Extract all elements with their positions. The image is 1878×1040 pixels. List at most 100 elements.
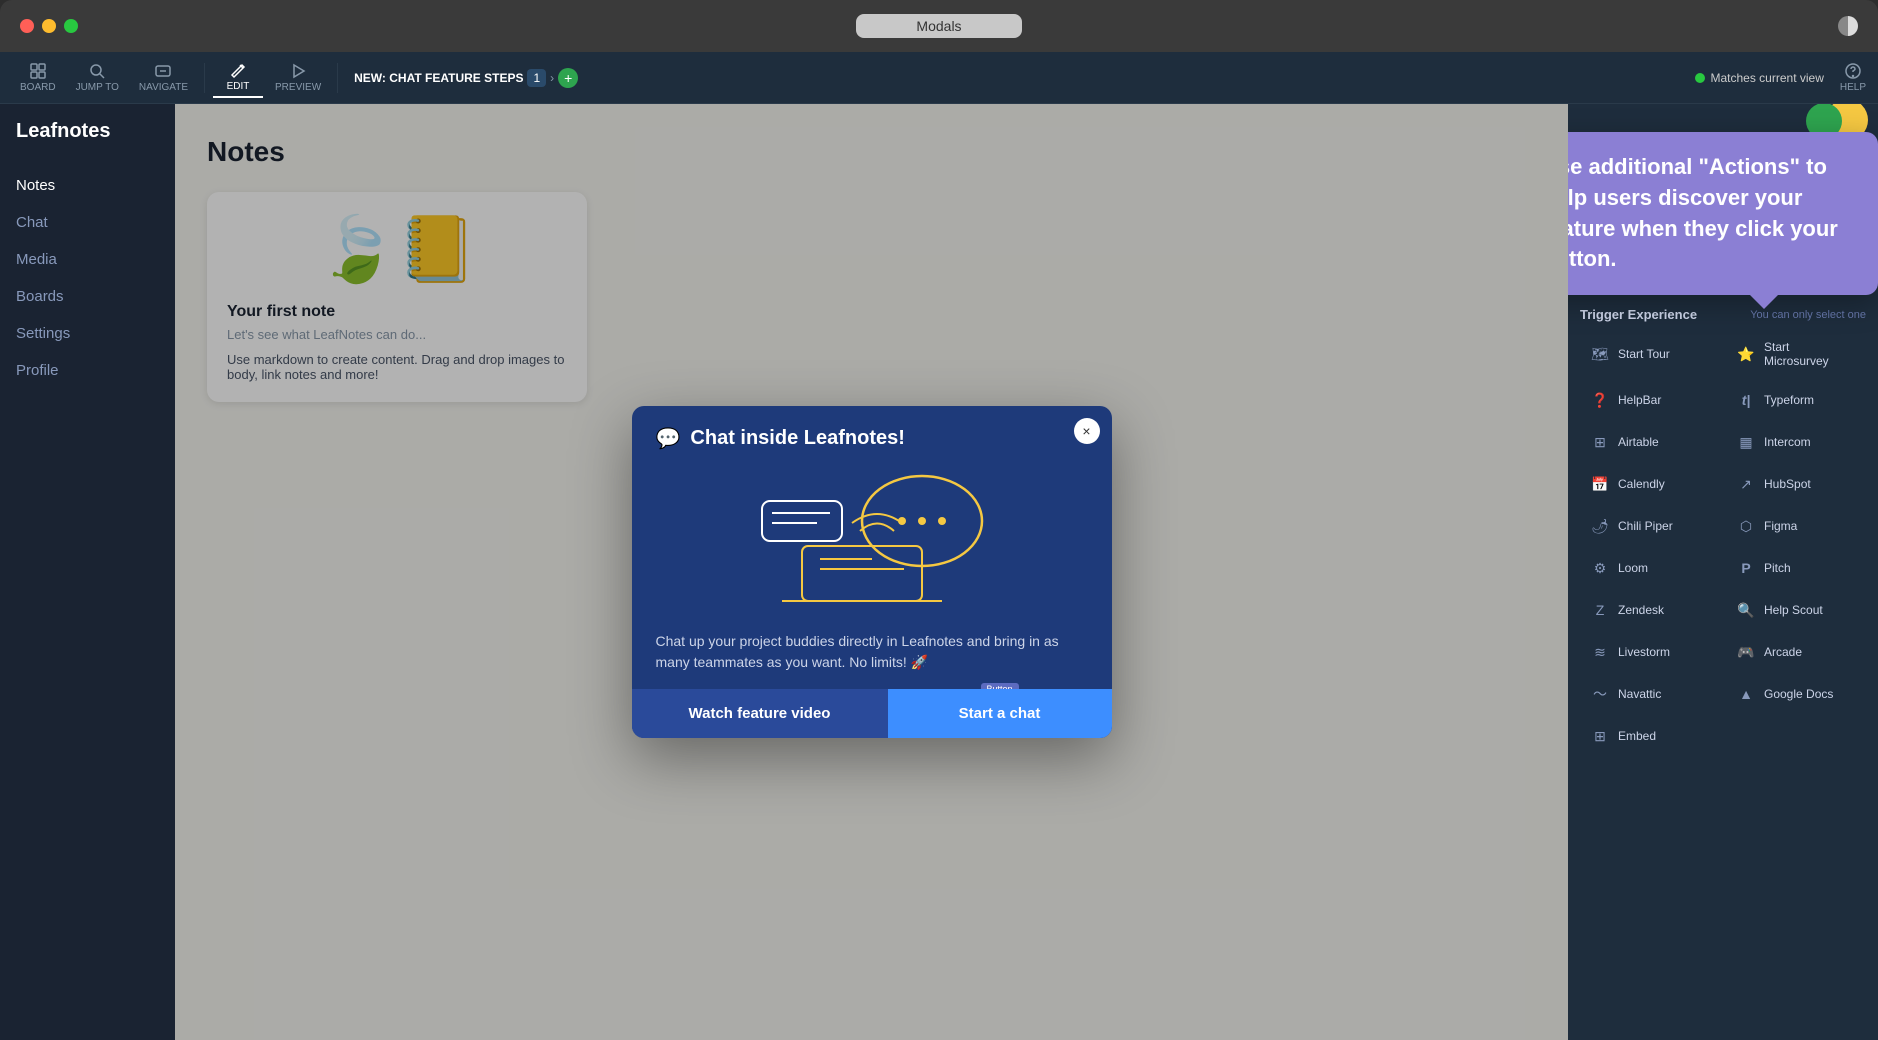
trigger-exp-subtitle: You can only select one <box>1750 309 1866 321</box>
toolbar-btn-board[interactable]: BOARD <box>12 58 64 97</box>
edit-label: EDIT <box>227 81 250 92</box>
help-button[interactable]: HELP <box>1840 62 1866 93</box>
boards-label: Boards <box>16 288 64 305</box>
toolbar-btn-jump[interactable]: JUMP TO <box>68 58 127 97</box>
hubspot-label: HubSpot <box>1764 477 1811 491</box>
arcade-icon: 🎮 <box>1736 642 1756 662</box>
toolbar-btn-preview[interactable]: PREVIEW <box>267 58 329 97</box>
preview-label: PREVIEW <box>275 82 321 93</box>
modal-close-button[interactable]: × <box>1074 418 1100 444</box>
window-chrome: Modals <box>0 0 1878 52</box>
traffic-lights <box>20 19 78 33</box>
google-docs-icon: ▲ <box>1736 684 1756 704</box>
right-panel-inner: Product Navigation You can only select o… <box>1568 204 1878 1040</box>
action-calendly[interactable]: 📅 Calendly <box>1580 466 1720 502</box>
livestorm-label: Livestorm <box>1618 645 1670 659</box>
display-toggle[interactable] <box>1838 16 1858 36</box>
sidebar-item-chat[interactable]: Chat <box>0 204 175 241</box>
modal-dialog: × 💬 Chat inside Leafnotes! <box>632 406 1112 738</box>
chili-piper-label: Chili Piper <box>1618 519 1673 533</box>
action-zendesk[interactable]: Z Zendesk <box>1580 592 1720 628</box>
modal-primary-button[interactable]: Start a chat <box>888 689 1112 738</box>
action-loom[interactable]: ⚙ Loom <box>1580 550 1720 586</box>
minimize-window-button[interactable] <box>42 19 56 33</box>
action-start-microsurvey[interactable]: ⭐ Start Microsurvey <box>1726 332 1866 376</box>
toolbar-right: Matches current view HELP <box>1695 62 1867 93</box>
maximize-window-button[interactable] <box>64 19 78 33</box>
tooltip-text: Use additional "Actions" to help users d… <box>1568 154 1838 271</box>
navattic-icon: 〜 <box>1590 684 1610 704</box>
livestorm-icon: ≋ <box>1590 642 1610 662</box>
airtable-icon: ⊞ <box>1590 432 1610 452</box>
arcade-label: Arcade <box>1764 645 1802 659</box>
toolbar-divider-2 <box>337 63 338 93</box>
action-hubspot[interactable]: ↗ HubSpot <box>1726 466 1866 502</box>
action-intercom[interactable]: ▦ Intercom <box>1726 424 1866 460</box>
app-container: BOARD JUMP TO NAVIGATE EDIT PR <box>0 52 1878 1040</box>
sidebar-item-profile[interactable]: Profile <box>0 352 175 389</box>
action-typeform[interactable]: t| Typeform <box>1726 382 1866 418</box>
matches-indicator: Matches current view <box>1695 71 1824 85</box>
sidebar-item-settings[interactable]: Settings <box>0 315 175 352</box>
modal-header: 💬 Chat inside Leafnotes! <box>632 406 1112 451</box>
start-microsurvey-icon: ⭐ <box>1736 344 1756 364</box>
toolbar-divider-1 <box>204 63 205 93</box>
start-microsurvey-label: Start Microsurvey <box>1764 340 1856 368</box>
trigger-exp-title: Trigger Experience <box>1580 307 1697 322</box>
action-airtable[interactable]: ⊞ Airtable <box>1580 424 1720 460</box>
airtable-label: Airtable <box>1618 435 1659 449</box>
hubspot-icon: ↗ <box>1736 474 1756 494</box>
calendly-label: Calendly <box>1618 477 1665 491</box>
profile-label: Profile <box>16 362 59 379</box>
modal-secondary-button[interactable]: Watch feature video <box>632 689 888 738</box>
help-scout-icon: 🔍 <box>1736 600 1756 620</box>
modal-title-icon: 💬 <box>656 426 681 451</box>
pitch-label: Pitch <box>1764 561 1791 575</box>
action-navattic[interactable]: 〜 Navattic <box>1580 676 1720 712</box>
calendly-icon: 📅 <box>1590 474 1610 494</box>
help-scout-label: Help Scout <box>1764 603 1823 617</box>
help-label: HELP <box>1840 82 1866 93</box>
action-start-tour[interactable]: 🗺 Start Tour <box>1580 332 1720 376</box>
sidebar-item-notes[interactable]: Notes <box>0 167 175 204</box>
action-help-scout[interactable]: 🔍 Help Scout <box>1726 592 1866 628</box>
sidebar-logo: Leafnotes <box>0 120 175 167</box>
action-helpbar[interactable]: ❓ HelpBar <box>1580 382 1720 418</box>
action-google-docs[interactable]: ▲ Google Docs <box>1726 676 1866 712</box>
modal-footer: Watch feature video Button Start a chat <box>632 689 1112 738</box>
window-right-controls <box>1838 16 1858 36</box>
navigate-label: NAVIGATE <box>139 82 188 93</box>
pitch-icon: P <box>1736 558 1756 578</box>
matches-label: Matches current view <box>1711 71 1824 85</box>
breadcrumb-step: 1 <box>527 69 546 87</box>
loom-icon: ⚙ <box>1590 558 1610 578</box>
action-arcade[interactable]: 🎮 Arcade <box>1726 634 1866 670</box>
toolbar-btn-edit[interactable]: EDIT <box>213 57 263 98</box>
modal-body: Chat up your project buddies directly in… <box>632 631 1112 689</box>
main-content: Leafnotes Notes Chat Media Boards Settin… <box>0 104 1878 1040</box>
zendesk-label: Zendesk <box>1618 603 1664 617</box>
figma-icon: ⬡ <box>1736 516 1756 536</box>
action-livestorm[interactable]: ≋ Livestorm <box>1580 634 1720 670</box>
embed-label: Embed <box>1618 729 1656 743</box>
action-chili-piper[interactable]: 🌶 Chili Piper <box>1580 508 1720 544</box>
toolbar: BOARD JUMP TO NAVIGATE EDIT PR <box>0 52 1878 104</box>
modal-title: Chat inside Leafnotes! <box>690 427 904 450</box>
typeform-label: Typeform <box>1764 393 1814 407</box>
action-pitch[interactable]: P Pitch <box>1726 550 1866 586</box>
sidebar-item-media[interactable]: Media <box>0 241 175 278</box>
trigger-exp-header: Trigger Experience You can only select o… <box>1580 307 1866 322</box>
close-window-button[interactable] <box>20 19 34 33</box>
tooltip-tail <box>1750 295 1778 309</box>
helpbar-label: HelpBar <box>1618 393 1661 407</box>
loom-label: Loom <box>1618 561 1648 575</box>
sidebar: Leafnotes Notes Chat Media Boards Settin… <box>0 104 175 1040</box>
zendesk-icon: Z <box>1590 600 1610 620</box>
action-figma[interactable]: ⬡ Figma <box>1726 508 1866 544</box>
toolbar-btn-navigate[interactable]: NAVIGATE <box>131 58 196 97</box>
notes-label: Notes <box>16 177 55 194</box>
breadcrumb-title: NEW: CHAT FEATURE STEPS <box>354 71 523 85</box>
sidebar-item-boards[interactable]: Boards <box>0 278 175 315</box>
breadcrumb-add-button[interactable]: + <box>558 68 578 88</box>
action-embed[interactable]: ⊞ Embed <box>1580 718 1720 754</box>
